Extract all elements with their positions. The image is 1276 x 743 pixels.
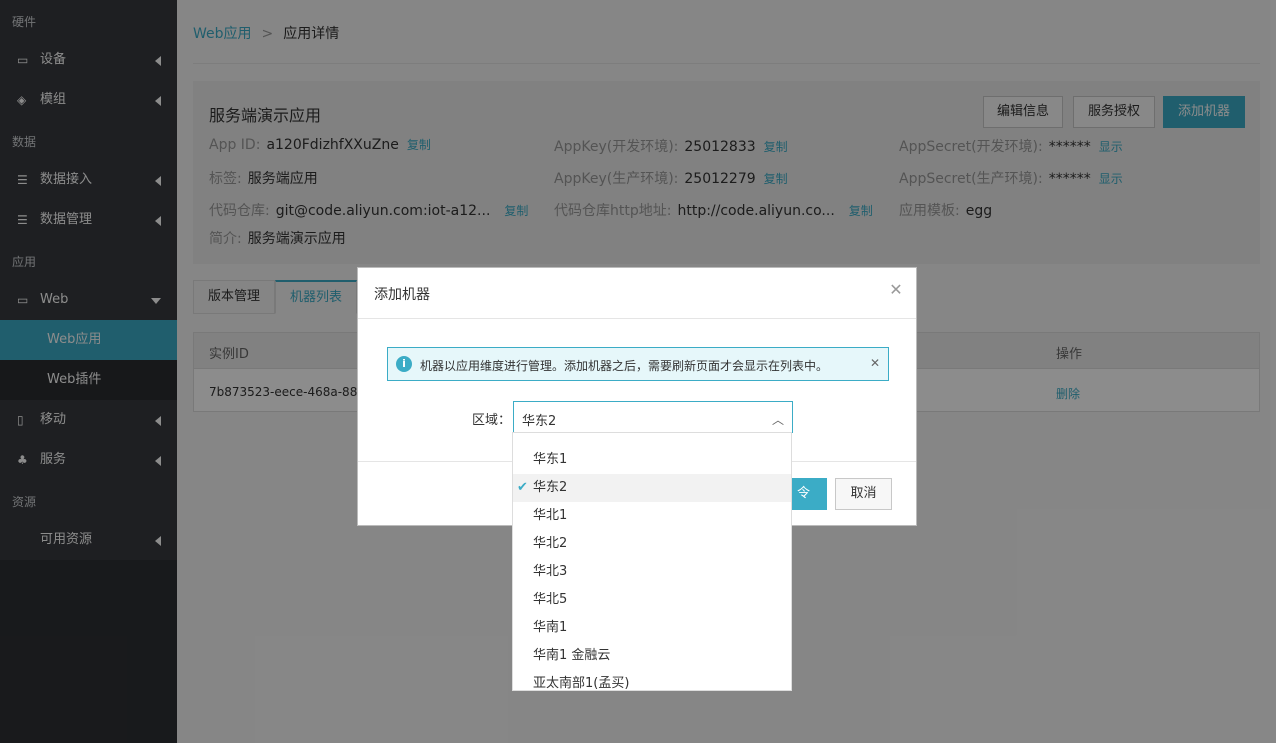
region-option[interactable]: 华北2 <box>513 530 791 558</box>
option-label: 华东2 <box>533 480 568 495</box>
region-option[interactable]: 亚太南部1(孟买) <box>513 670 791 691</box>
region-select[interactable]: 华东2 ︿ <box>513 401 793 433</box>
close-icon[interactable]: ✕ <box>888 282 904 298</box>
region-option[interactable]: 华东1 <box>513 446 791 474</box>
info-alert: i 机器以应用维度进行管理。添加机器之后，需要刷新页面才会显示在列表中。 ✕ <box>387 347 889 381</box>
region-option[interactable]: 华北3 <box>513 558 791 586</box>
option-label: 华南1 金融云 <box>533 648 611 663</box>
region-option[interactable]: 华北5 <box>513 586 791 614</box>
cancel-button[interactable]: 取消 <box>835 478 892 510</box>
option-label: 华南1 <box>533 620 568 635</box>
region-option[interactable]: 华南1 金融云 <box>513 642 791 670</box>
option-label: 华北1 <box>533 508 568 523</box>
region-option[interactable]: 华北1 <box>513 502 791 530</box>
region-option-selected[interactable]: ✔ 华东2 <box>513 474 791 502</box>
dialog-header: 添加机器 <box>358 268 916 319</box>
option-label: 华北2 <box>533 536 568 551</box>
check-icon: ✔ <box>517 480 528 495</box>
region-dropdown: 华东1 ✔ 华东2 华北1 华北2 华北3 华北5 华南1 华南1 金融云 亚太南… <box>512 432 792 691</box>
alert-text: 机器以应用维度进行管理。添加机器之后，需要刷新页面才会显示在列表中。 <box>420 359 829 373</box>
option-label: 华北3 <box>533 564 568 579</box>
region-select-value: 华东2 <box>522 414 557 429</box>
info-icon: i <box>396 356 412 372</box>
region-label: 区域： <box>472 413 512 428</box>
option-label: 华东1 <box>533 452 568 467</box>
dialog-title: 添加机器 <box>374 287 430 303</box>
option-label: 华北5 <box>533 592 568 607</box>
option-label: 亚太南部1(孟买) <box>533 676 630 691</box>
alert-close-icon[interactable]: ✕ <box>870 356 880 370</box>
chevron-up-icon: ︿ <box>771 413 784 427</box>
region-option[interactable]: 华南1 <box>513 614 791 642</box>
